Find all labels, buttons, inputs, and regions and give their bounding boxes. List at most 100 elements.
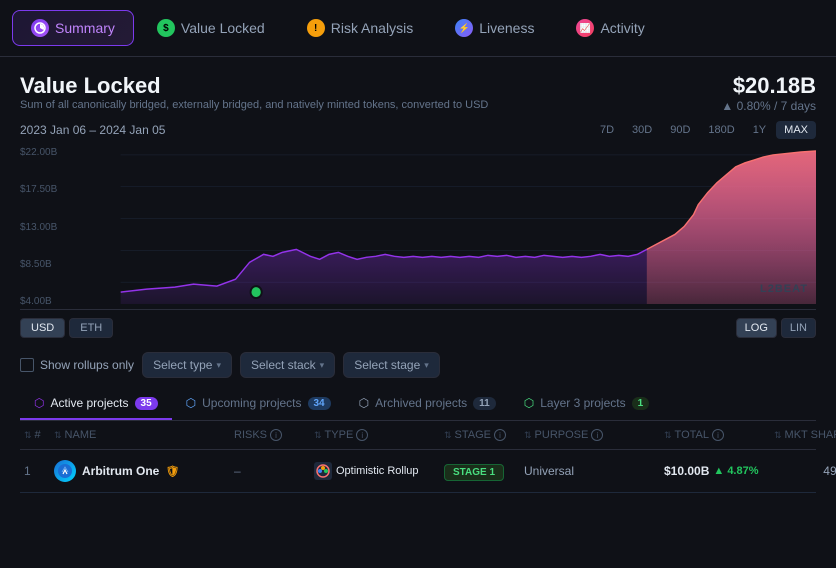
y-label-1: $22.00B (20, 147, 72, 158)
lin-button[interactable]: LIN (781, 318, 816, 338)
tab-layer3-projects[interactable]: ⬡ Layer 3 projects 1 (510, 388, 663, 420)
y-label-4: $8.50B (20, 259, 72, 270)
chart-controls: 2023 Jan 06 – 2024 Jan 05 7D 30D 90D 180… (20, 121, 816, 139)
filter-row: Show rollups only Select type ▾ Select s… (20, 352, 816, 378)
stage-cell: STAGE 1 (444, 464, 524, 478)
project-name-cell[interactable]: Arbitrum One 🛡 (54, 460, 234, 482)
col-total-label: TOTAL (675, 429, 709, 441)
time-180d-button[interactable]: 180D (700, 121, 742, 139)
main-content: Value Locked Sum of all canonically brid… (0, 57, 836, 509)
chart-container: $22.00B $17.50B $13.00B $8.50B $4.00B (20, 145, 816, 310)
col-purpose-label: PURPOSE (535, 429, 589, 441)
verified-icon: 🛡 (165, 465, 179, 478)
watermark: L2BEAT (760, 283, 808, 295)
layer3-projects-label: Layer 3 projects (540, 396, 625, 410)
tab-liveness-label: Liveness (479, 20, 534, 36)
col-num[interactable]: ⇅ # (24, 429, 54, 441)
type-select[interactable]: Select type ▾ (142, 352, 232, 378)
rollup-label: Show rollups only (40, 358, 134, 372)
col-risks-label: RISKS (234, 429, 267, 441)
value-change: ▲ 0.80% / 7 days (721, 99, 816, 113)
chart-svg (20, 145, 816, 309)
col-total[interactable]: ⇅ TOTAL i (664, 429, 774, 441)
layer3-projects-badge: 1 (632, 397, 650, 410)
col-stage-label: STAGE (455, 429, 491, 441)
value-subtitle: Sum of all canonically bridged, external… (20, 99, 488, 111)
col-type-label: TYPE (325, 429, 354, 441)
change-badge: ▲ 4.87% (713, 465, 758, 477)
tab-summary[interactable]: Summary (12, 10, 134, 46)
type-info-icon[interactable]: i (356, 429, 368, 441)
tab-risk-analysis[interactable]: ! Risk Analysis (288, 10, 432, 46)
table-header: ⇅ # ⇅ NAME RISKS i ⇅ TYPE i ⇅ STAGE i ⇅ … (20, 421, 816, 450)
risk-icon: ! (307, 19, 325, 37)
value-amount: $20.18B (721, 73, 816, 99)
time-30d-button[interactable]: 30D (624, 121, 660, 139)
currency-buttons: USD ETH (20, 318, 113, 338)
archived-projects-badge: 11 (473, 397, 496, 410)
tab-active-projects[interactable]: ⬡ Active projects 35 (20, 388, 172, 420)
chart-marker (251, 286, 262, 298)
summary-icon (31, 19, 49, 37)
total-info-icon[interactable]: i (712, 429, 724, 441)
y-label-5: $4.00B (20, 296, 72, 307)
col-stage[interactable]: ⇅ STAGE i (444, 429, 524, 441)
eth-button[interactable]: ETH (69, 318, 113, 338)
total-cell: $10.00B ▲ 4.87% (664, 464, 774, 478)
scale-buttons: LOG LIN (736, 318, 816, 338)
rollup-toggle[interactable]: Show rollups only (20, 358, 134, 372)
time-max-button[interactable]: MAX (776, 121, 816, 139)
value-icon: $ (157, 19, 175, 37)
col-mkt-share[interactable]: ⇅ MKT SHARE i (774, 429, 836, 441)
purpose-cell: Universal (524, 464, 664, 478)
risks-info-icon[interactable]: i (270, 429, 282, 441)
project-tabs: ⬡ Active projects 35 ⬡ Upcoming projects… (20, 388, 816, 421)
y-label-2: $17.50B (20, 184, 72, 195)
row-num: 1 (24, 464, 54, 478)
archived-projects-label: Archived projects (375, 396, 467, 410)
usd-button[interactable]: USD (20, 318, 65, 338)
stage-badge: STAGE 1 (444, 464, 504, 481)
date-range: 2023 Jan 06 – 2024 Jan 05 (20, 123, 165, 137)
tab-risk-label: Risk Analysis (331, 20, 413, 36)
mkt-share-cell: 49.53% (774, 464, 836, 478)
time-90d-button[interactable]: 90D (662, 121, 698, 139)
stage-info-icon[interactable]: i (494, 429, 506, 441)
table-row: 1 Arbitrum One 🛡 – Optimistic Rollup (20, 450, 816, 493)
stack-chevron-icon: ▾ (320, 360, 325, 371)
col-type[interactable]: ⇅ TYPE i (314, 429, 444, 441)
stack-select[interactable]: Select stack ▾ (240, 352, 335, 378)
col-mkt-share-label: MKT SHARE (785, 429, 836, 441)
time-1y-button[interactable]: 1Y (745, 121, 774, 139)
tab-activity[interactable]: 📈 Activity (557, 10, 663, 46)
time-7d-button[interactable]: 7D (592, 121, 622, 139)
chart-bottom-controls: USD ETH LOG LIN (20, 318, 816, 338)
risks-cell: – (234, 464, 314, 478)
purpose-info-icon[interactable]: i (591, 429, 603, 441)
tab-value-locked[interactable]: $ Value Locked (138, 10, 284, 46)
col-risks[interactable]: RISKS i (234, 429, 314, 441)
col-name[interactable]: ⇅ NAME (54, 429, 234, 441)
optimistic-rollup-icon (314, 462, 332, 480)
value-title: Value Locked (20, 73, 488, 99)
tab-archived-projects[interactable]: ⬡ Archived projects 11 (345, 388, 510, 420)
nav-tabs: Summary $ Value Locked ! Risk Analysis ⚡… (0, 0, 836, 57)
y-label-3: $13.00B (20, 222, 72, 233)
active-projects-label: Active projects (50, 396, 128, 410)
tab-upcoming-projects[interactable]: ⬡ Upcoming projects 34 (172, 388, 345, 420)
activity-icon: 📈 (576, 19, 594, 37)
tab-summary-label: Summary (55, 20, 115, 36)
tab-liveness[interactable]: ⚡ Liveness (436, 10, 553, 46)
stage-select[interactable]: Select stage ▾ (343, 352, 440, 378)
tab-value-label: Value Locked (181, 20, 265, 36)
log-button[interactable]: LOG (736, 318, 777, 338)
type-cell: Optimistic Rollup (314, 462, 444, 480)
chart-y-labels: $22.00B $17.50B $13.00B $8.50B $4.00B (20, 145, 72, 309)
stage-chevron-icon: ▾ (424, 360, 429, 371)
active-projects-badge: 35 (135, 397, 158, 410)
upcoming-projects-badge: 34 (308, 397, 331, 410)
upcoming-projects-label: Upcoming projects (202, 396, 301, 410)
col-purpose[interactable]: ⇅ PURPOSE i (524, 429, 664, 441)
rollup-checkbox[interactable] (20, 358, 34, 372)
tab-activity-label: Activity (600, 20, 644, 36)
